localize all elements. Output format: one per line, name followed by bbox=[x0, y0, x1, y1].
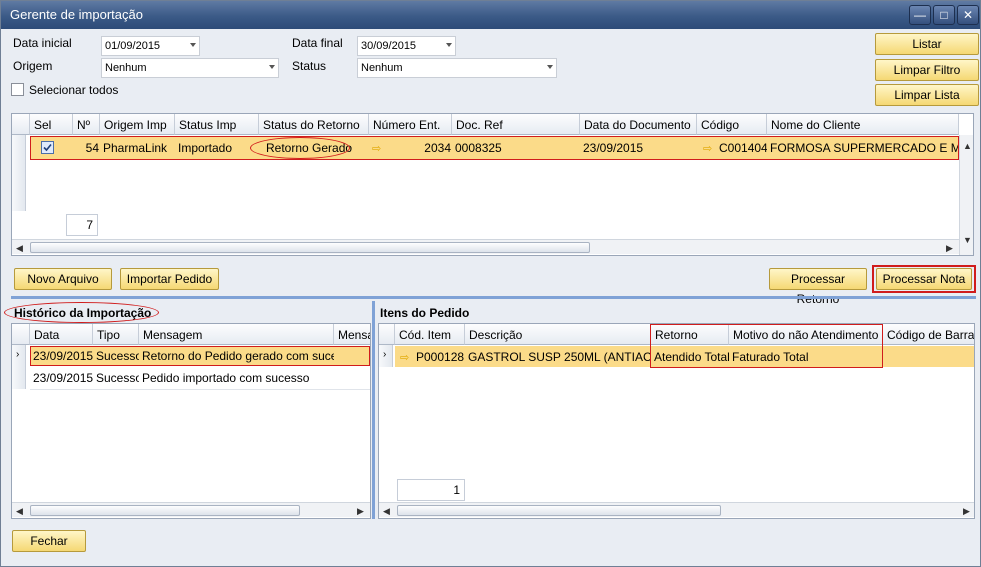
cell-data: 23/09/2015 bbox=[33, 371, 93, 385]
row-divider bbox=[30, 389, 370, 390]
selecionar-todos-checkbox[interactable] bbox=[11, 83, 24, 96]
novo-arquivo-button[interactable]: Novo Arquivo bbox=[14, 268, 112, 290]
data-final-value: 30/09/2015 bbox=[361, 40, 417, 52]
row-count: 1 bbox=[397, 479, 465, 501]
col-header-sel[interactable]: Sel bbox=[30, 114, 73, 135]
scroll-up-icon[interactable]: ▲ bbox=[963, 141, 972, 151]
title-bar: Gerente de importação — □ ✕ bbox=[1, 1, 980, 29]
scroll-down-icon[interactable]: ▼ bbox=[963, 235, 972, 245]
status-annotation-oval bbox=[250, 137, 350, 159]
col-header-tipo[interactable]: Tipo bbox=[93, 324, 139, 345]
col-header-doc-ref[interactable]: Doc. Ref bbox=[452, 114, 580, 135]
col-header-data-documento[interactable]: Data do Documento bbox=[580, 114, 697, 135]
scroll-thumb[interactable] bbox=[30, 242, 590, 253]
col-header-nome-cliente[interactable]: Nome do Cliente bbox=[767, 114, 959, 135]
col-header-numero[interactable]: Nº bbox=[73, 114, 100, 135]
maximize-icon[interactable]: □ bbox=[933, 5, 955, 25]
processar-nota-annotation bbox=[872, 265, 976, 293]
cell-codigo-barras bbox=[883, 347, 974, 367]
window-title: Gerente de importação bbox=[10, 7, 143, 22]
cell-mensagem: Pedido importado com sucesso bbox=[142, 371, 310, 385]
processar-retorno-button[interactable]: Processar Retorno bbox=[769, 268, 867, 306]
selecionar-todos-label: Selecionar todos bbox=[29, 83, 119, 97]
scroll-left-icon[interactable]: ◀ bbox=[16, 243, 23, 254]
origem-label: Origem bbox=[13, 59, 53, 73]
col-header-codigo-barras[interactable]: Código de Barras bbox=[883, 324, 974, 345]
data-inicial-value: 01/09/2015 bbox=[105, 40, 161, 52]
scroll-right-icon[interactable]: ▶ bbox=[963, 506, 970, 517]
import-grid-vscroll[interactable]: ▲ ▼ bbox=[959, 135, 973, 255]
close-icon[interactable]: ✕ bbox=[957, 5, 979, 25]
fechar-button[interactable]: Fechar bbox=[12, 530, 86, 552]
minimize-icon[interactable]: — bbox=[909, 5, 931, 25]
horizontal-splitter[interactable] bbox=[11, 296, 976, 299]
col-header-codigo[interactable]: Código bbox=[697, 114, 767, 135]
data-inicial-label: Data inicial bbox=[13, 36, 72, 50]
chevron-down-icon bbox=[547, 65, 553, 69]
data-final-field[interactable]: 30/09/2015 bbox=[357, 36, 456, 56]
scroll-left-icon[interactable]: ◀ bbox=[16, 506, 23, 517]
importar-pedido-button[interactable]: Importar Pedido bbox=[120, 268, 219, 290]
import-manager-window: Gerente de importação — □ ✕ Data inicial… bbox=[0, 0, 981, 567]
itens-title: Itens do Pedido bbox=[380, 306, 470, 320]
scroll-right-icon[interactable]: ▶ bbox=[357, 506, 364, 517]
grid-corner bbox=[12, 324, 30, 345]
grid-corner bbox=[379, 324, 395, 345]
row-indicator bbox=[12, 135, 26, 211]
current-row-icon: › bbox=[383, 349, 387, 360]
data-final-label: Data final bbox=[292, 36, 343, 50]
scroll-thumb[interactable] bbox=[30, 505, 300, 516]
import-grid-hscroll[interactable]: ◀ ▶ bbox=[12, 239, 959, 254]
cell-cod-item: P000128 bbox=[416, 350, 465, 364]
vertical-splitter[interactable] bbox=[372, 301, 375, 519]
chevron-down-icon bbox=[446, 43, 452, 47]
col-header-descricao[interactable]: Descrição bbox=[465, 324, 651, 345]
col-header-data[interactable]: Data bbox=[30, 324, 93, 345]
chevron-down-icon bbox=[269, 65, 275, 69]
status-label: Status bbox=[292, 59, 327, 73]
historico-grid[interactable]: Data Tipo Mensagem Mensa › 23/09/2015 Su… bbox=[11, 323, 371, 519]
row-count: 7 bbox=[66, 214, 98, 236]
col-header-numero-ent[interactable]: Número Ent. bbox=[369, 114, 452, 135]
scroll-thumb[interactable] bbox=[397, 505, 721, 516]
data-inicial-field[interactable]: 01/09/2015 bbox=[101, 36, 200, 56]
import-grid[interactable]: Sel Nº Origem Imp Status Imp Status do R… bbox=[11, 113, 974, 256]
col-header-status-imp[interactable]: Status Imp bbox=[175, 114, 259, 135]
scroll-right-icon[interactable]: ▶ bbox=[946, 243, 953, 254]
grid-corner bbox=[12, 114, 30, 135]
cell-descricao: GASTROL SUSP 250ML (ANTIACIDO) bbox=[468, 350, 651, 364]
listar-button[interactable]: Listar bbox=[875, 33, 979, 55]
limpar-filtro-button[interactable]: Limpar Filtro bbox=[875, 59, 979, 81]
cell-tipo: Sucesso bbox=[96, 371, 139, 385]
status-select[interactable]: Nenhum bbox=[357, 58, 557, 78]
col-header-origem-imp[interactable]: Origem Imp bbox=[100, 114, 175, 135]
origem-value: Nenhum bbox=[105, 62, 147, 74]
status-value: Nenhum bbox=[361, 62, 403, 74]
current-row-icon: › bbox=[16, 349, 20, 360]
historico-hscroll[interactable]: ◀ ▶ bbox=[12, 502, 370, 517]
col-header-status-retorno[interactable]: Status do Retorno bbox=[259, 114, 369, 135]
scroll-left-icon[interactable]: ◀ bbox=[383, 506, 390, 517]
historico-row-annotation bbox=[30, 346, 370, 366]
itens-grid[interactable]: Cód. Item Descrição Retorno Motivo do nã… bbox=[378, 323, 975, 519]
origem-select[interactable]: Nenhum bbox=[101, 58, 279, 78]
col-header-mensa[interactable]: Mensa bbox=[334, 324, 370, 345]
col-header-cod-item[interactable]: Cód. Item bbox=[395, 324, 465, 345]
historico-annotation-oval bbox=[4, 302, 159, 323]
itens-hscroll[interactable]: ◀ ▶ bbox=[379, 502, 974, 517]
highlight-annotation bbox=[30, 136, 959, 160]
chevron-down-icon bbox=[190, 43, 196, 47]
col-header-mensagem[interactable]: Mensagem bbox=[139, 324, 334, 345]
retorno-motivo-annotation bbox=[650, 324, 883, 368]
limpar-lista-button[interactable]: Limpar Lista bbox=[875, 84, 979, 106]
